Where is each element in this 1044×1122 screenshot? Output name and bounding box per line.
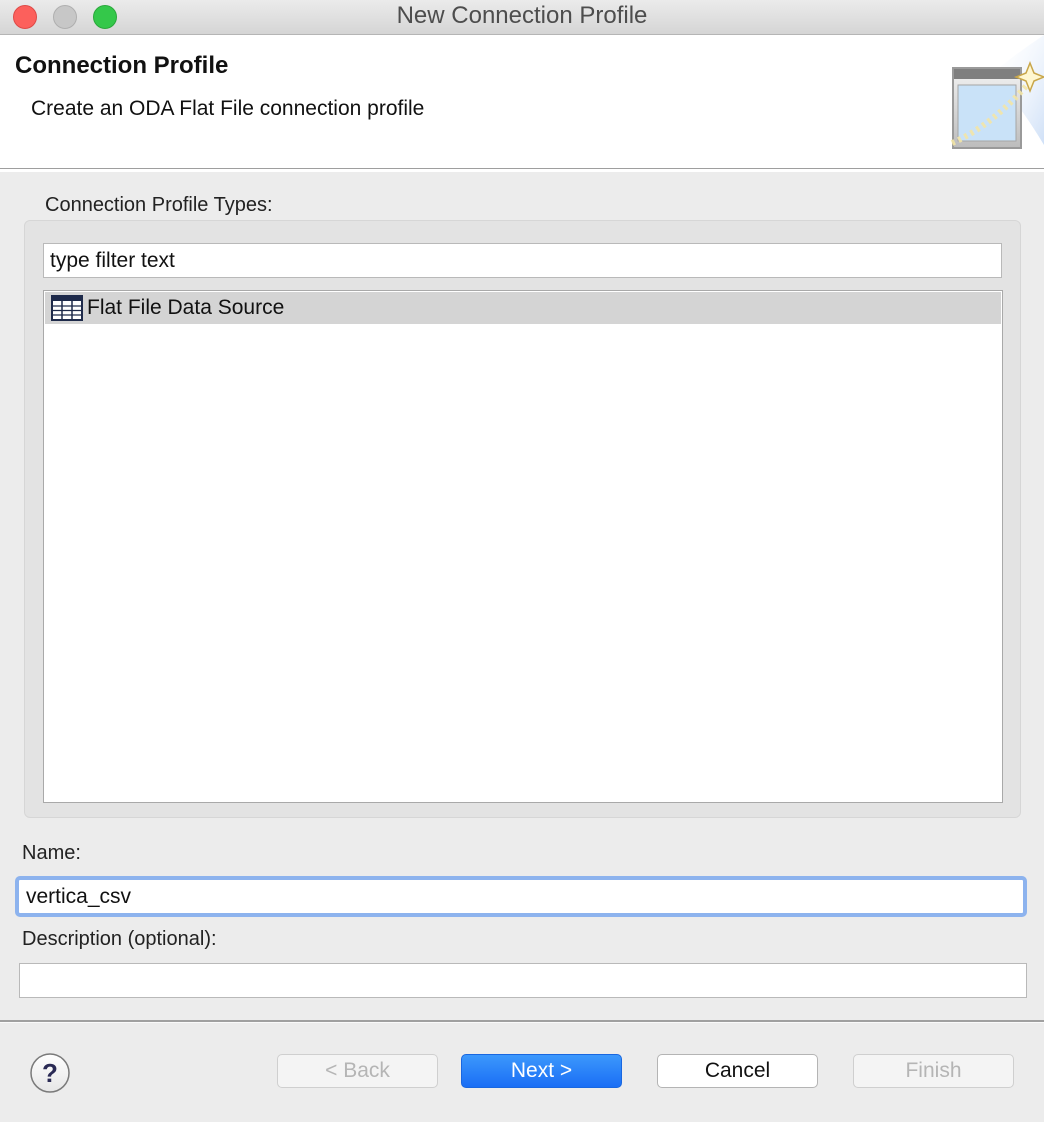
flat-file-table-icon <box>51 295 83 321</box>
back-button[interactable]: < Back <box>277 1054 438 1088</box>
page-description: Create an ODA Flat File connection profi… <box>31 97 425 120</box>
description-field[interactable] <box>19 963 1027 998</box>
footer-divider <box>0 1020 1044 1023</box>
filter-input[interactable] <box>43 243 1002 278</box>
list-item-label: Flat File Data Source <box>87 296 285 319</box>
finish-button[interactable]: Finish <box>853 1054 1014 1088</box>
profile-types-list[interactable]: Flat File Data Source <box>43 290 1003 803</box>
banner-divider <box>0 169 1044 172</box>
profile-types-label: Connection Profile Types: <box>45 194 273 216</box>
name-label: Name: <box>22 842 81 864</box>
svg-text:?: ? <box>42 1058 58 1088</box>
wizard-banner: Connection Profile Create an ODA Flat Fi… <box>0 35 1044 169</box>
list-item-flat-file-data-source[interactable]: Flat File Data Source <box>45 292 1001 324</box>
wizard-icon <box>950 35 1044 149</box>
description-label: Description (optional): <box>22 928 217 950</box>
title-bar: New Connection Profile <box>0 0 1044 35</box>
name-field[interactable] <box>15 876 1027 917</box>
next-button[interactable]: Next > <box>461 1054 622 1088</box>
page-title: Connection Profile <box>15 52 229 79</box>
cancel-button[interactable]: Cancel <box>657 1054 818 1088</box>
window-title: New Connection Profile <box>396 2 648 29</box>
help-icon[interactable]: ? <box>29 1052 71 1094</box>
